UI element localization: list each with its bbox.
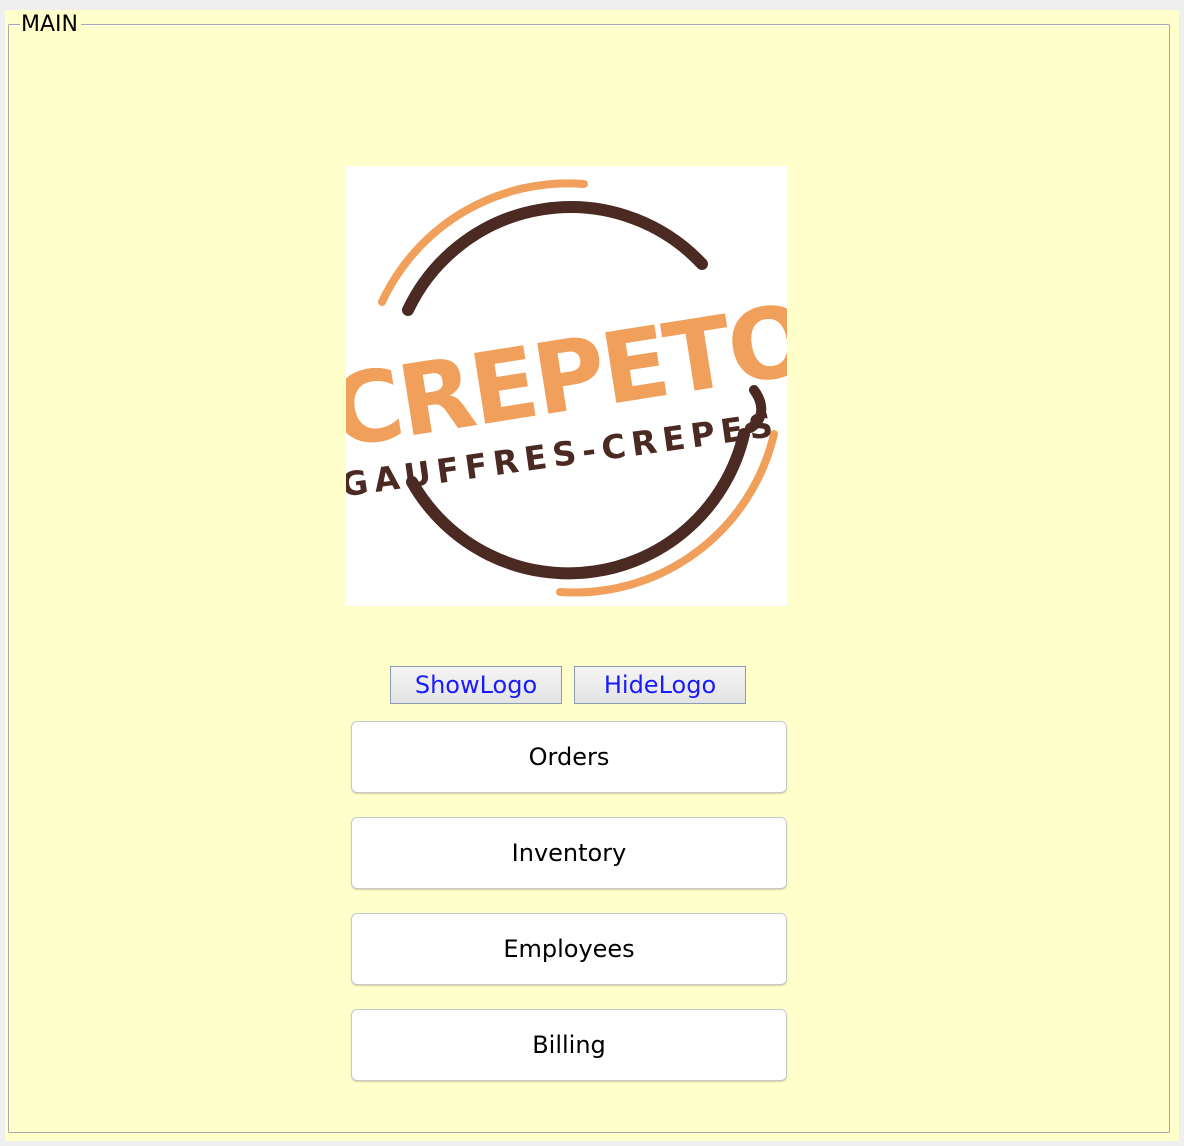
logo-orange-arc-top	[378, 179, 588, 306]
inventory-button[interactable]: Inventory	[351, 817, 787, 889]
main-panel: MAIN CREPETO GAUFFRES-CREPES ShowLogo Hi…	[5, 10, 1179, 1141]
show-logo-button[interactable]: ShowLogo	[390, 666, 562, 704]
employees-button[interactable]: Employees	[351, 913, 787, 985]
crepeto-logo-image: CREPETO GAUFFRES-CREPES	[346, 179, 787, 597]
billing-button[interactable]: Billing	[351, 1009, 787, 1081]
hide-logo-button[interactable]: HideLogo	[574, 666, 746, 704]
orders-button[interactable]: Orders	[351, 721, 787, 793]
main-group-title: MAIN	[20, 12, 81, 38]
crepeto-logo: CREPETO GAUFFRES-CREPES	[346, 166, 787, 606]
